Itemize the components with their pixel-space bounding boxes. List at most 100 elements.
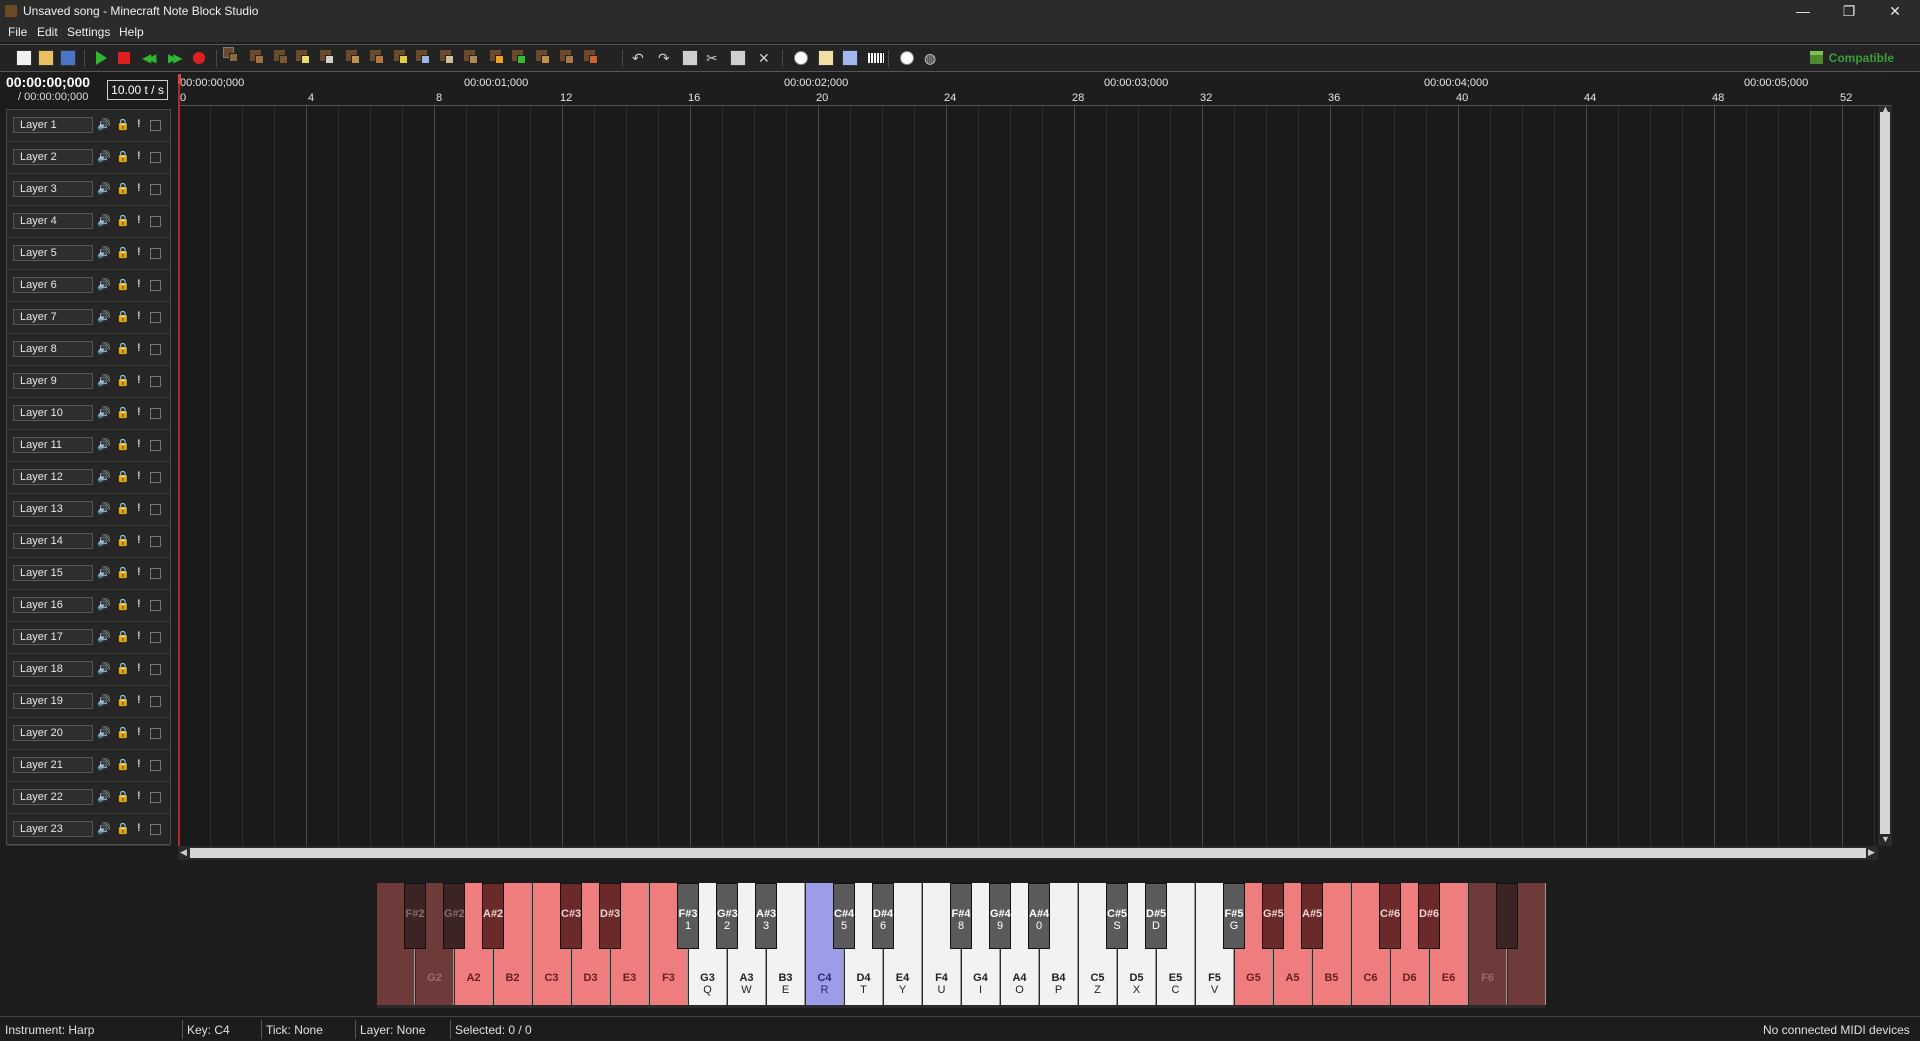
solo-icon[interactable]: ! bbox=[137, 502, 141, 514]
piano-black-key[interactable]: A#5 bbox=[1301, 883, 1323, 949]
stop-icon[interactable] bbox=[118, 52, 130, 64]
piano-black-key[interactable]: C#5 S bbox=[1106, 883, 1128, 949]
layer-select-checkbox[interactable] bbox=[150, 472, 161, 483]
instrument-iron-xylophone-icon[interactable] bbox=[464, 50, 478, 64]
volume-icon[interactable]: 🔊 bbox=[97, 246, 111, 259]
layer-name-field[interactable]: Layer 12 bbox=[13, 469, 93, 485]
layer-name-field[interactable]: Layer 11 bbox=[13, 437, 93, 453]
redo-icon[interactable]: ↷ bbox=[658, 50, 674, 66]
volume-icon[interactable]: 🔊 bbox=[97, 118, 111, 131]
lock-icon[interactable]: 🔒 bbox=[116, 310, 130, 323]
solo-icon[interactable]: ! bbox=[137, 150, 141, 162]
lock-icon[interactable]: 🔒 bbox=[116, 598, 130, 611]
layer-name-field[interactable]: Layer 9 bbox=[13, 373, 93, 389]
layer-select-checkbox[interactable] bbox=[150, 440, 161, 451]
layer-name-field[interactable]: Layer 15 bbox=[13, 565, 93, 581]
instrument-chime-icon[interactable] bbox=[416, 50, 430, 64]
layer-select-checkbox[interactable] bbox=[150, 696, 161, 707]
lock-icon[interactable]: 🔒 bbox=[116, 790, 130, 803]
volume-icon[interactable]: 🔊 bbox=[97, 790, 111, 803]
horizontal-scroll-thumb[interactable] bbox=[190, 848, 1866, 858]
note-grid[interactable] bbox=[178, 106, 1878, 846]
solo-icon[interactable]: ! bbox=[137, 214, 141, 226]
solo-icon[interactable]: ! bbox=[137, 310, 141, 322]
layer-select-checkbox[interactable] bbox=[150, 152, 161, 163]
piano-black-key[interactable]: A#4 0 bbox=[1028, 883, 1050, 949]
lock-icon[interactable]: 🔒 bbox=[116, 758, 130, 771]
instrument-snare-icon[interactable] bbox=[296, 50, 310, 64]
layer-select-checkbox[interactable] bbox=[150, 536, 161, 547]
scroll-right-icon[interactable]: ▶ bbox=[1868, 847, 1875, 858]
volume-icon[interactable]: 🔊 bbox=[97, 278, 111, 291]
preferences-icon[interactable] bbox=[900, 51, 914, 65]
lock-icon[interactable]: 🔒 bbox=[116, 566, 130, 579]
layer-name-field[interactable]: Layer 13 bbox=[13, 501, 93, 517]
volume-icon[interactable]: 🔊 bbox=[97, 342, 111, 355]
solo-icon[interactable]: ! bbox=[137, 630, 141, 642]
save-file-icon[interactable] bbox=[60, 50, 76, 66]
layer-select-checkbox[interactable] bbox=[150, 760, 161, 771]
website-icon[interactable]: ◍ bbox=[924, 50, 940, 66]
instrument-bell-icon[interactable] bbox=[394, 50, 408, 64]
solo-icon[interactable]: ! bbox=[137, 118, 141, 130]
minimize-button[interactable]: — bbox=[1780, 0, 1826, 22]
piano-black-key[interactable]: A#2 bbox=[482, 883, 504, 949]
piano-black-key[interactable]: G#3 2 bbox=[716, 883, 738, 949]
piano-black-key[interactable]: F#2 bbox=[404, 883, 426, 949]
lock-icon[interactable]: 🔒 bbox=[116, 342, 130, 355]
instrument-bass-drum-icon[interactable] bbox=[274, 50, 288, 64]
maximize-button[interactable]: ❐ bbox=[1826, 0, 1872, 22]
tempo-field[interactable]: 10.00 t / s bbox=[107, 80, 168, 100]
playhead[interactable] bbox=[178, 74, 180, 846]
menu-edit[interactable]: Edit bbox=[37, 25, 58, 39]
piano-black-key[interactable]: F#4 8 bbox=[950, 883, 972, 949]
piano-black-key[interactable]: D#3 bbox=[599, 883, 621, 949]
layer-name-field[interactable]: Layer 5 bbox=[13, 245, 93, 261]
layer-name-field[interactable]: Layer 16 bbox=[13, 597, 93, 613]
instrument-xylophone-icon[interactable] bbox=[440, 50, 454, 64]
layer-select-checkbox[interactable] bbox=[150, 600, 161, 611]
volume-icon[interactable]: 🔊 bbox=[97, 694, 111, 707]
record-icon[interactable] bbox=[193, 52, 205, 64]
close-button[interactable]: ✕ bbox=[1872, 0, 1918, 22]
solo-icon[interactable]: ! bbox=[137, 758, 141, 770]
lock-icon[interactable]: 🔒 bbox=[116, 662, 130, 675]
volume-icon[interactable]: 🔊 bbox=[97, 822, 111, 835]
song-info-icon[interactable] bbox=[794, 51, 808, 65]
layer-select-checkbox[interactable] bbox=[150, 792, 161, 803]
scroll-left-icon[interactable]: ◀ bbox=[180, 847, 187, 858]
piano-black-key[interactable]: C#4 5 bbox=[833, 883, 855, 949]
cut-icon[interactable]: ✂ bbox=[706, 50, 722, 66]
layer-select-checkbox[interactable] bbox=[150, 120, 161, 131]
instrument-cow-bell-icon[interactable] bbox=[490, 50, 504, 64]
menu-help[interactable]: Help bbox=[119, 25, 144, 39]
layer-select-checkbox[interactable] bbox=[150, 216, 161, 227]
solo-icon[interactable]: ! bbox=[137, 374, 141, 386]
lock-icon[interactable]: 🔒 bbox=[116, 278, 130, 291]
layer-select-checkbox[interactable] bbox=[150, 408, 161, 419]
menu-file[interactable]: File bbox=[8, 25, 27, 39]
lock-icon[interactable]: 🔒 bbox=[116, 406, 130, 419]
lock-icon[interactable]: 🔒 bbox=[116, 182, 130, 195]
undo-icon[interactable]: ↶ bbox=[632, 50, 648, 66]
lock-icon[interactable]: 🔒 bbox=[116, 374, 130, 387]
solo-icon[interactable]: ! bbox=[137, 822, 141, 834]
solo-icon[interactable]: ! bbox=[137, 534, 141, 546]
layer-select-checkbox[interactable] bbox=[150, 504, 161, 515]
vertical-scrollbar[interactable]: ▲ ▼ bbox=[1878, 104, 1892, 846]
instrument-pling-icon[interactable] bbox=[584, 50, 598, 64]
lock-icon[interactable]: 🔒 bbox=[116, 694, 130, 707]
lock-icon[interactable]: 🔒 bbox=[116, 214, 130, 227]
vertical-scroll-thumb[interactable] bbox=[1880, 112, 1890, 834]
solo-icon[interactable]: ! bbox=[137, 790, 141, 802]
layer-name-field[interactable]: Layer 23 bbox=[13, 821, 93, 837]
layer-name-field[interactable]: Layer 22 bbox=[13, 789, 93, 805]
solo-icon[interactable]: ! bbox=[137, 566, 141, 578]
new-file-icon[interactable] bbox=[16, 50, 32, 66]
lock-icon[interactable]: 🔒 bbox=[116, 438, 130, 451]
instrument-bit-icon[interactable] bbox=[536, 50, 550, 64]
volume-icon[interactable]: 🔊 bbox=[97, 470, 111, 483]
delete-icon[interactable]: ✕ bbox=[758, 50, 774, 66]
instrument-guitar-icon[interactable] bbox=[346, 50, 360, 64]
piano-black-key[interactable]: D#4 6 bbox=[872, 883, 894, 949]
